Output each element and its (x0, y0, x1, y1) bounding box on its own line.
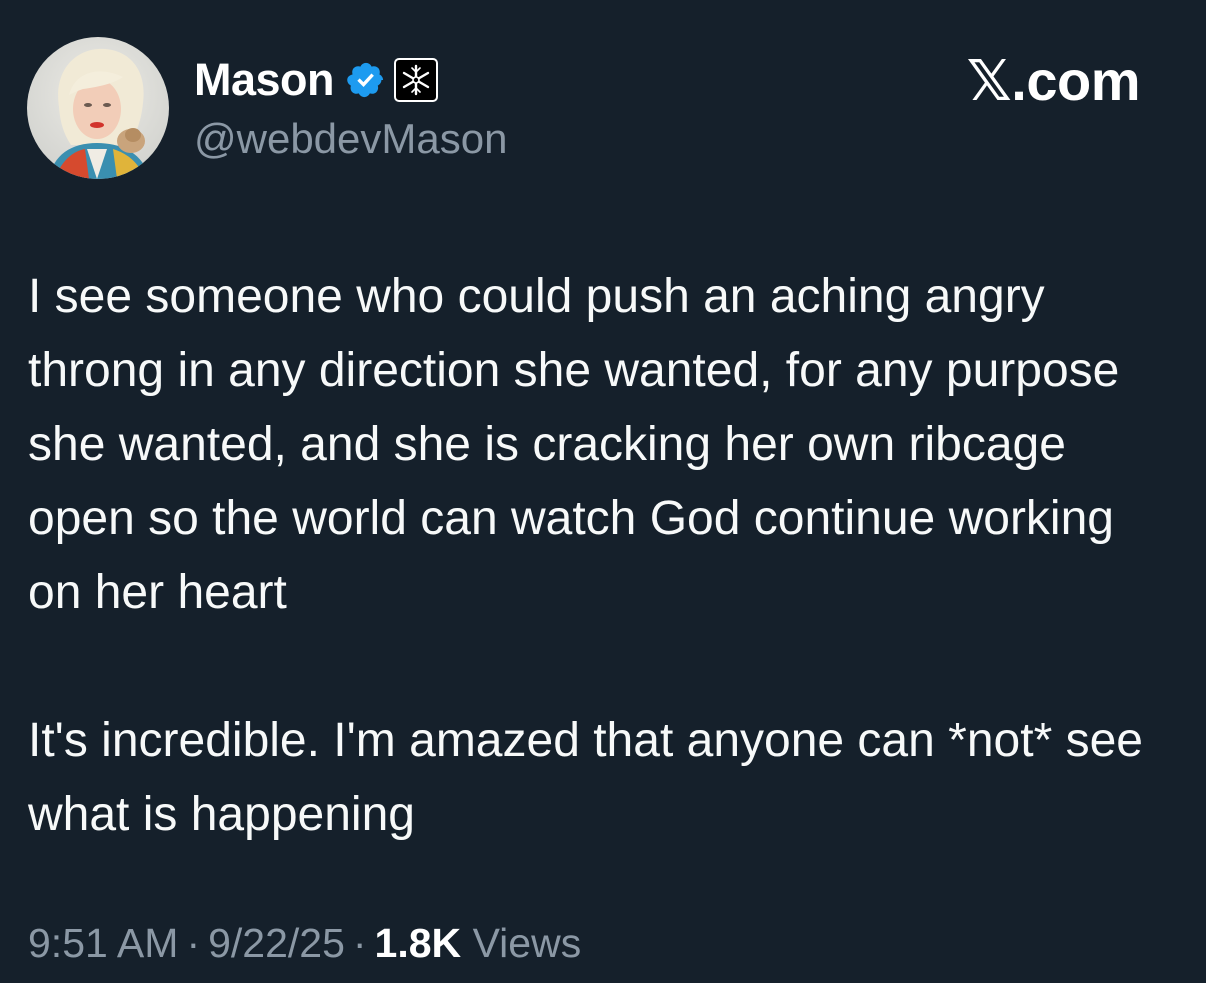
tweet-card: Mason @webdevMason 𝕏.com I see someone w… (0, 0, 1206, 983)
avatar[interactable] (27, 37, 169, 179)
tweet-time[interactable]: 9:51 AM (28, 920, 178, 966)
meta-separator: · (352, 920, 367, 966)
tweet-date[interactable]: 9/22/25 (208, 920, 345, 966)
tweet-paragraph: I see someone who could push an aching a… (28, 270, 1120, 619)
x-brand-logo: 𝕏.com (966, 49, 1141, 112)
tweet-paragraph: It's incredible. I'm amazed that anyone … (28, 714, 1143, 841)
tweet-metadata: 9:51 AM · 9/22/25 · 1.8K Views (28, 920, 581, 967)
tweet-text: I see someone who could push an aching a… (28, 260, 1168, 852)
avatar-image (27, 37, 169, 179)
affiliation-badge-icon[interactable] (394, 58, 439, 102)
meta-separator: · (186, 920, 201, 966)
verified-badge-icon[interactable] (346, 60, 386, 100)
views-count: 1.8K (374, 920, 462, 966)
views-label: Views (472, 920, 582, 966)
author-name-row: Mason (194, 52, 439, 108)
author-handle[interactable]: @webdevMason (194, 115, 507, 163)
display-name[interactable]: Mason (194, 54, 335, 106)
